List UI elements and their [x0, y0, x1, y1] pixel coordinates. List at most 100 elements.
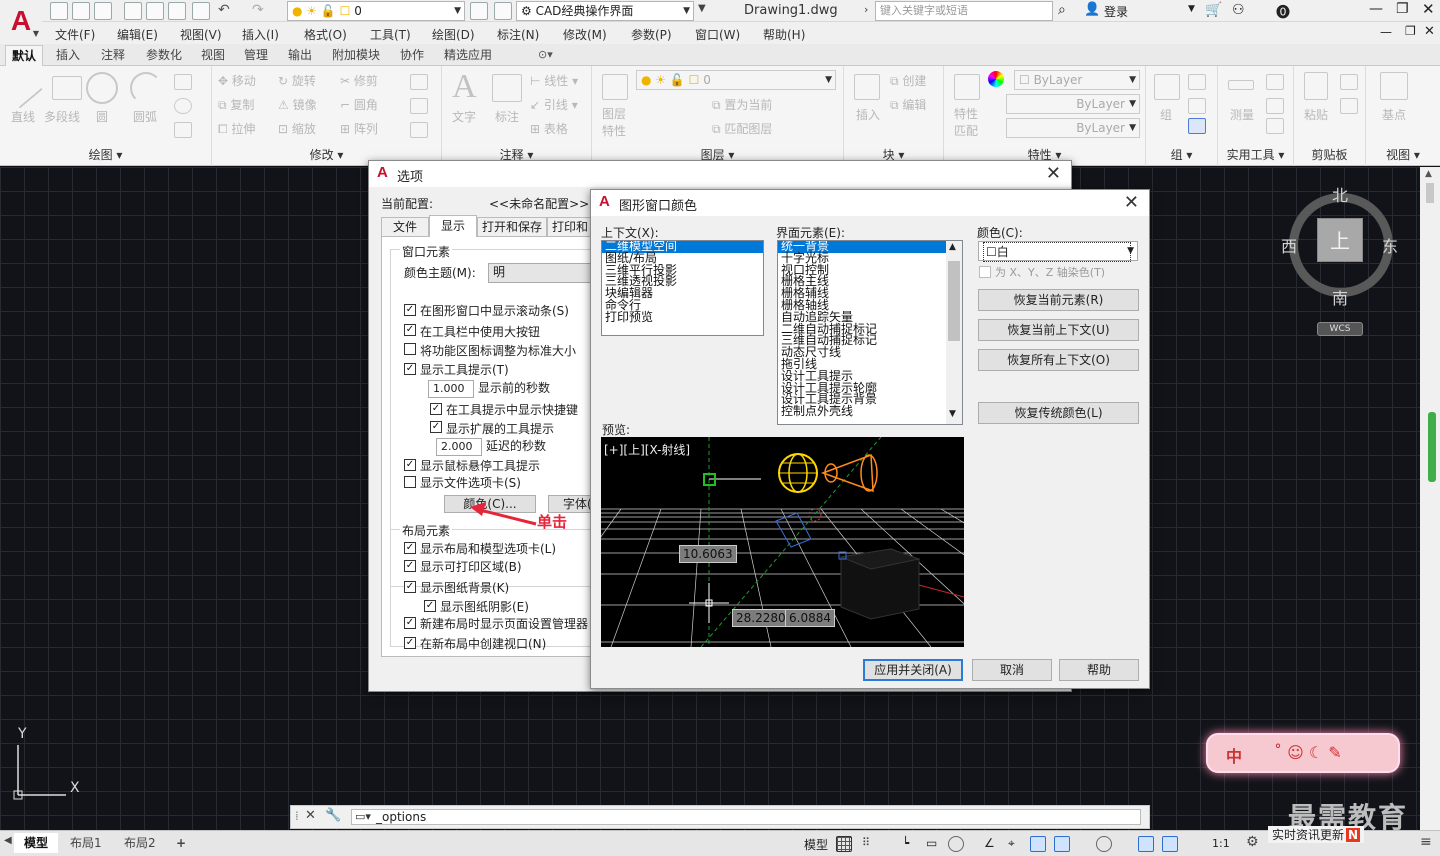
insert-block-icon[interactable]	[854, 74, 880, 100]
table-button[interactable]: ⊞ 表格	[530, 120, 568, 137]
linear-button[interactable]: ⊢ 线性 ▾	[530, 72, 578, 89]
tab-featured-apps[interactable]: 精选应用	[438, 45, 498, 66]
circle-button[interactable]: 圆	[96, 108, 108, 125]
circle-icon[interactable]	[86, 72, 118, 104]
gear-icon[interactable]: ⚙	[1246, 834, 1259, 850]
menu-window[interactable]: 窗口(W)	[695, 26, 740, 43]
new-icon[interactable]	[50, 2, 68, 20]
workspace-combo[interactable]: ⚙ CAD经典操作界面 ▼	[516, 1, 694, 21]
tab-addins[interactable]: 附加模块	[326, 45, 386, 66]
vertical-scrollbar[interactable]: ▲	[1420, 167, 1440, 830]
doc-close-button[interactable]: ✕	[1424, 24, 1435, 39]
layer-properties-button[interactable]: 图层 特性	[602, 106, 626, 140]
tab-manage[interactable]: 管理	[238, 45, 274, 66]
paste-button[interactable]: 粘贴	[1304, 106, 1328, 123]
color-select[interactable]: ☐白 ▼	[978, 241, 1138, 262]
ellipse-icon[interactable]	[174, 98, 192, 114]
group-button[interactable]: 组	[1160, 106, 1172, 123]
lineweight-icon[interactable]	[1054, 836, 1070, 852]
menu-modify[interactable]: 修改(M)	[563, 26, 607, 43]
lineweight-combo[interactable]: ByLayer ▼	[1006, 118, 1140, 138]
menu-parameters[interactable]: 参数(P)	[631, 26, 672, 43]
calculator-icon[interactable]	[1266, 74, 1284, 90]
checkbox-tint-axes[interactable]	[979, 266, 991, 278]
line-button[interactable]: 直线	[11, 108, 35, 125]
group-select-icon[interactable]	[1188, 118, 1206, 134]
annotation-scale-icon[interactable]	[1138, 836, 1154, 852]
scroll-up-icon[interactable]: ▲	[949, 242, 956, 252]
panel-utilities-title[interactable]: 实用工具 ▾	[1218, 146, 1293, 163]
panel-draw-title[interactable]: 绘图 ▾	[0, 146, 211, 163]
plot-icon[interactable]	[192, 2, 210, 20]
command-input[interactable]: ▭▾ _options	[351, 809, 1141, 825]
group-edit-icon[interactable]	[1188, 98, 1206, 114]
navigation-bar-handle[interactable]	[1428, 412, 1436, 482]
annotation-visibility-icon[interactable]	[1162, 836, 1178, 852]
apply-close-button[interactable]: 应用并关闭(A)	[863, 659, 963, 681]
hatch-icon[interactable]	[174, 122, 192, 138]
restore-current-element-button[interactable]: 恢复当前元素(R)	[978, 289, 1139, 311]
tab-display[interactable]: 显示	[429, 215, 477, 238]
mirror-button[interactable]: ⚠ 镜像	[278, 96, 317, 113]
wcs-menu[interactable]: WCS	[1317, 322, 1363, 336]
set-current-button[interactable]: ⧉ 置为当前	[712, 96, 772, 113]
doc-restore-button[interactable]: ❐	[1405, 24, 1416, 38]
customize-status-icon[interactable]: ≡	[1420, 834, 1432, 850]
polar-icon[interactable]	[948, 836, 964, 852]
match-properties-button[interactable]: 特性 匹配	[954, 106, 978, 140]
stretch-button[interactable]: ⧠ 拉伸	[218, 120, 255, 137]
grid-icon[interactable]	[836, 836, 852, 852]
rotate-button[interactable]: ↻ 旋转	[278, 72, 316, 89]
viewcube-top-face[interactable]: 上	[1317, 218, 1363, 262]
checkbox-extended-tooltips[interactable]: ✓	[430, 421, 442, 433]
close-icon[interactable]: ✕	[1046, 163, 1061, 184]
rectangle-icon[interactable]	[174, 74, 192, 90]
open-icon[interactable]	[72, 2, 90, 20]
minimize-button[interactable]: —	[1369, 1, 1383, 17]
list-icon[interactable]	[1266, 118, 1284, 134]
menu-file[interactable]: 文件(F)	[55, 26, 95, 43]
checkbox-rollover-tooltips[interactable]: ✓	[404, 459, 416, 471]
osnap-icon[interactable]	[1030, 836, 1046, 852]
menu-edit[interactable]: 编辑(E)	[117, 26, 158, 43]
color-scheme-select[interactable]: 明	[488, 263, 598, 283]
nav-left-icon[interactable]: ◀	[4, 835, 12, 846]
close-icon[interactable]: ✕	[1124, 192, 1139, 213]
tab-layout2[interactable]: 布局2	[114, 833, 166, 853]
isodraft-icon[interactable]: ∠	[984, 836, 1000, 852]
restore-button[interactable]: ❐	[1396, 1, 1409, 17]
context-list[interactable]: 二维模型空间 图纸/布局 三维平行投影 三维透视投影 块编辑器 命令行 打印预览	[601, 240, 764, 336]
import-icon[interactable]	[146, 2, 164, 20]
checkbox-file-tabs[interactable]	[404, 476, 416, 488]
measure-button[interactable]: 测量	[1230, 106, 1254, 123]
tab-insert[interactable]: 插入	[50, 45, 86, 66]
restore-all-contexts-button[interactable]: 恢复所有上下文(O)	[978, 349, 1139, 371]
layer-quick-combo[interactable]: ● ☀ 🔓 ☐ 0 ▼	[287, 1, 465, 21]
export-icon[interactable]	[168, 2, 186, 20]
offset-icon[interactable]	[410, 122, 428, 138]
add-layout-button[interactable]: +	[166, 833, 196, 853]
erase-icon[interactable]	[410, 74, 428, 90]
application-menu-button[interactable]: A ▼	[0, 0, 42, 42]
snap-icon[interactable]: ⠿	[862, 836, 878, 852]
menu-help[interactable]: 帮助(H)	[763, 26, 805, 43]
color-combo[interactable]: ☐ ByLayer ▼	[1014, 70, 1140, 90]
login-button[interactable]: 登录	[1104, 3, 1128, 20]
interface-element-list[interactable]: 统一背景 十字光标 视口控制 栅格主线 栅格辅线 栅格轴线 自动追踪矢量 二维自…	[777, 240, 963, 425]
fillet-button[interactable]: ⌐ 圆角	[340, 96, 378, 113]
tooltip-delay-input[interactable]: 1.000	[428, 380, 474, 398]
colors-dialog-titlebar[interactable]: A 图形窗口颜色 ✕	[591, 190, 1149, 216]
arc-button[interactable]: 圆弧	[133, 108, 157, 125]
cut-icon[interactable]	[1340, 74, 1358, 90]
binoculars-icon[interactable]: ⌕	[1058, 2, 1066, 18]
scroll-up-icon[interactable]: ▲	[1425, 169, 1432, 179]
menu-tools[interactable]: 工具(T)	[370, 26, 411, 43]
group-icon[interactable]	[1154, 74, 1180, 100]
tab-annotate[interactable]: 注释	[95, 45, 131, 66]
redo-icon[interactable]: ↷	[252, 2, 264, 18]
dynamic-input-icon[interactable]: ▭	[926, 836, 942, 852]
linetype-combo[interactable]: ByLayer ▼	[1006, 94, 1140, 114]
checkbox-layout-tabs[interactable]: ✓	[404, 542, 416, 554]
checkbox-paper-background[interactable]: ✓	[404, 581, 416, 593]
line-icon[interactable]	[3, 69, 43, 109]
